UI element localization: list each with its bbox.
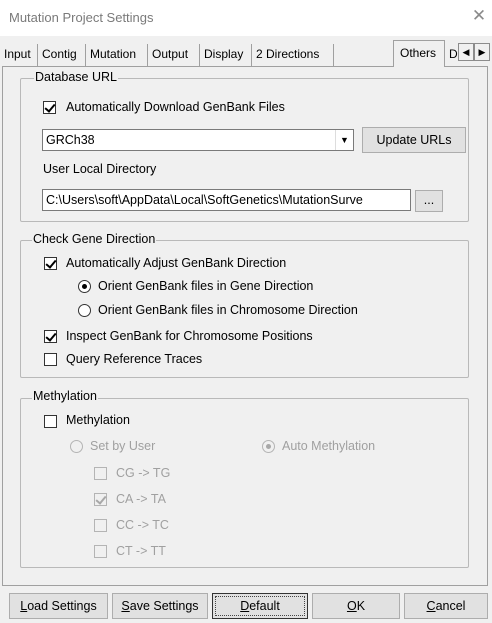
cg-tg-checkbox[interactable] (94, 467, 107, 480)
inspect-genbank-checkbox[interactable] (44, 330, 57, 343)
browse-button[interactable]: ... (415, 190, 443, 212)
genome-build-value: GRCh38 (46, 133, 95, 147)
methylation-checkbox[interactable] (44, 415, 57, 428)
default-button[interactable]: Default (212, 593, 308, 619)
ct-tt-checkbox[interactable] (94, 545, 107, 558)
set-by-user-radio[interactable] (70, 440, 83, 453)
title-bar: Mutation Project Settings ✕ (0, 0, 492, 36)
cc-tc-checkbox[interactable] (94, 519, 107, 532)
methylation-label: Methylation (66, 413, 130, 427)
local-directory-label: User Local Directory (43, 162, 157, 176)
load-settings-button[interactable]: Load Settings (9, 593, 108, 619)
chevron-down-icon[interactable]: ▼ (335, 130, 353, 150)
orient-gene-radio[interactable] (78, 280, 91, 293)
ca-ta-label: CA -> TA (116, 492, 166, 506)
auto-adjust-checkbox[interactable] (44, 257, 57, 270)
orient-chromosome-radio[interactable] (78, 304, 91, 317)
tab-strip: Input Contig Mutation Output Display 2 D… (0, 40, 492, 67)
database-url-group-label: Database URL (34, 70, 118, 84)
tab-mutation[interactable]: Mutation (86, 44, 148, 66)
methylation-group-label: Methylation (32, 389, 98, 403)
auto-download-checkbox[interactable] (43, 101, 56, 114)
cancel-button[interactable]: Cancel (404, 593, 488, 619)
tab-display[interactable]: Display (200, 44, 252, 66)
local-directory-input[interactable]: C:\Users\soft\AppData\Local\SoftGenetics… (42, 189, 411, 211)
auto-adjust-label: Automatically Adjust GenBank Direction (66, 256, 287, 270)
auto-methylation-radio[interactable] (262, 440, 275, 453)
tab-2-directions[interactable]: 2 Directions (252, 44, 334, 66)
ct-tt-label: CT -> TT (116, 544, 166, 558)
tab-contig[interactable]: Contig (38, 44, 86, 66)
set-by-user-label: Set by User (90, 439, 156, 453)
auto-download-label: Automatically Download GenBank Files (66, 100, 285, 114)
ca-ta-checkbox[interactable] (94, 493, 107, 506)
tab-input[interactable]: Input (0, 44, 38, 66)
auto-methylation-label: Auto Methylation (282, 439, 376, 453)
orient-chromosome-label: Orient GenBank files in Chromosome Direc… (98, 303, 358, 317)
tab-scroll-left-icon[interactable]: ◀ (458, 43, 474, 61)
genome-build-select[interactable]: GRCh38 (42, 129, 354, 151)
ok-button[interactable]: OK (312, 593, 400, 619)
update-urls-button[interactable]: Update URLs (362, 127, 466, 153)
cc-tc-label: CC -> TC (116, 518, 169, 532)
window-title: Mutation Project Settings (9, 10, 154, 25)
tab-scroll-right-icon[interactable]: ▶ (474, 43, 490, 61)
cg-tg-label: CG -> TG (116, 466, 171, 480)
inspect-genbank-label: Inspect GenBank for Chromosome Positions (66, 329, 313, 343)
tab-others[interactable]: Others (393, 40, 445, 67)
orient-gene-label: Orient GenBank files in Gene Direction (98, 279, 314, 293)
tab-output[interactable]: Output (148, 44, 200, 66)
query-traces-label: Query Reference Traces (66, 352, 203, 366)
close-icon[interactable]: ✕ (470, 7, 488, 25)
gene-direction-group-label: Check Gene Direction (32, 232, 157, 246)
query-traces-checkbox[interactable] (44, 353, 57, 366)
save-settings-button[interactable]: Save Settings (112, 593, 208, 619)
